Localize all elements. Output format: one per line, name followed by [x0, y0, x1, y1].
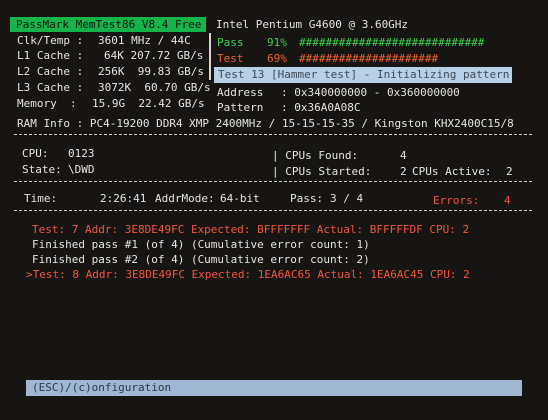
cpus-active-value: 2: [506, 165, 513, 178]
memory-value: 15.9G 22.42 GB/s: [92, 97, 205, 110]
errors-value: 4: [504, 194, 511, 207]
memory-label: Memory :: [17, 97, 77, 110]
configuration-hint-bar[interactable]: (ESC)/(c)onfiguration: [26, 380, 522, 396]
cpus-started-label: | CPUs Started:: [272, 165, 372, 178]
test-label: Test: [217, 52, 244, 65]
l2-value: 256K 99.83 GB/s: [98, 65, 204, 78]
ram-info: RAM Info : PC4-19200 DDR4 XMP 2400MHz / …: [17, 117, 514, 130]
current-test-label: Test 13 [Hammer test] - Initializing pat…: [218, 68, 510, 81]
l3-label: L3 Cache :: [17, 81, 84, 94]
log-line: Test: 7 Addr: 3E8DE49FC Expected: BFFFFF…: [32, 223, 470, 236]
time-value: 2:26:41: [100, 192, 147, 205]
pass-label: Pass: [217, 36, 244, 49]
panel-divider: [209, 33, 211, 80]
cpu-name: Intel Pentium G4600 @ 3.60GHz: [216, 18, 409, 31]
log-line: Finished pass #2 (of 4) (Cumulative erro…: [32, 253, 370, 266]
cpus-found-value: 4: [400, 149, 407, 162]
app-title-bar: PassMark MemTest86 V8.4 Free: [10, 17, 206, 32]
clk-label: Clk/Temp :: [17, 34, 84, 47]
state-label: State:: [22, 163, 62, 176]
l3-value: 3072K 60.70 GB/s: [98, 81, 211, 94]
pass-percent: 91%: [267, 36, 287, 49]
configuration-hint: (ESC)/(c)onfiguration: [32, 381, 172, 394]
log-line: >Test: 8 Addr: 3E8DE49FC Expected: 1EA6A…: [26, 268, 470, 281]
current-test-bar: Test 13 [Hammer test] - Initializing pat…: [214, 67, 512, 83]
address-value: : 0x340000000 - 0x360000000: [281, 86, 460, 99]
separator-mid: [14, 181, 532, 183]
addrmode-value: 64-bit: [220, 192, 260, 205]
cpu-label: CPU:: [22, 147, 49, 160]
pattern-value: : 0x36A0A08C: [281, 101, 361, 114]
address-label: Address: [217, 86, 264, 99]
l1-value: 64K 207.72 GB/s: [104, 49, 204, 62]
log-line: Finished pass #1 (of 4) (Cumulative erro…: [32, 238, 370, 251]
cpu-value: 0123: [68, 147, 95, 160]
clk-value: 3601 MHz / 44C: [98, 34, 191, 47]
test-progress-bar: #####################: [299, 52, 439, 65]
cpus-active-label: CPUs Active:: [412, 165, 492, 178]
addrmode-label: AddrMode:: [155, 192, 215, 205]
time-label: Time:: [24, 192, 58, 205]
l2-label: L2 Cache :: [17, 65, 84, 78]
errors-label: Errors:: [433, 194, 480, 207]
test-percent: 69%: [267, 52, 287, 65]
separator-top: [14, 134, 532, 136]
l1-label: L1 Cache :: [17, 49, 84, 62]
pass-count-label: Pass:: [290, 192, 324, 205]
separator-bottom: [14, 210, 532, 212]
app-title: PassMark MemTest86 V8.4 Free: [16, 18, 202, 31]
cpus-started-value: 2: [400, 165, 407, 178]
pass-progress-bar: ############################: [299, 36, 485, 49]
pattern-label: Pattern: [217, 101, 264, 114]
pass-count-value: 3 / 4: [330, 192, 364, 205]
state-value: \DWD: [68, 163, 95, 176]
cpus-found-label: | CPUs Found:: [272, 149, 359, 162]
